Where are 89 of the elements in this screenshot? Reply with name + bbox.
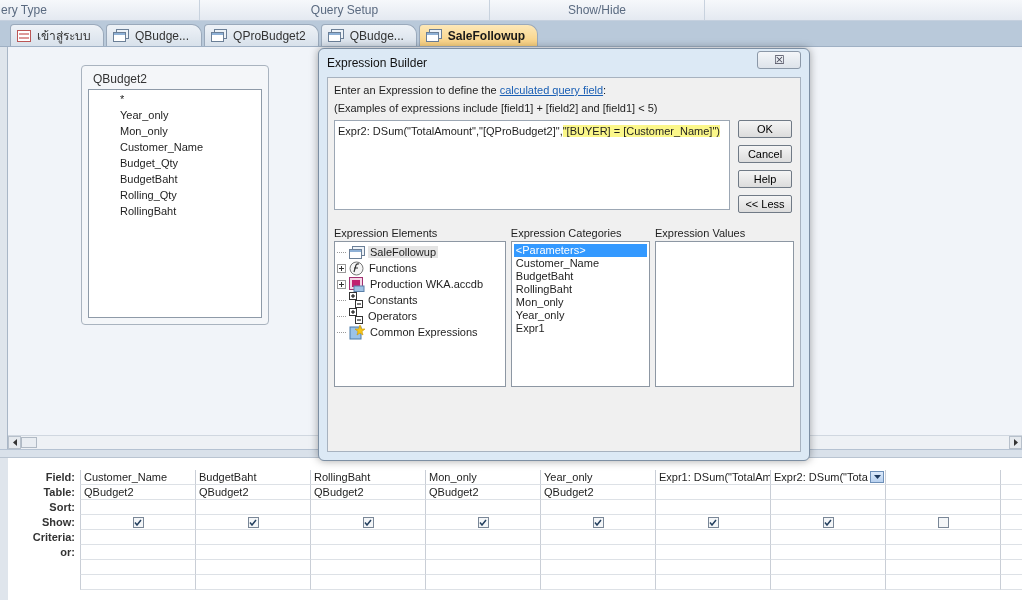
close-button[interactable]: ☒: [757, 51, 801, 69]
query-icon: [425, 29, 442, 42]
document-tab[interactable]: QProBudget2: [204, 24, 319, 46]
dialog-title: Expression Builder: [327, 56, 428, 70]
tree-item[interactable]: Production WKA.accdb: [368, 278, 486, 290]
field-cell[interactable]: Customer_Name: [80, 470, 195, 485]
field-cell[interactable]: RollingBaht: [310, 470, 425, 485]
category-item[interactable]: Expr1: [513, 322, 647, 335]
instruction-text: Enter an Expression to define the calculated query field:: [334, 83, 608, 98]
field-cell[interactable]: Expr1: DSum("TotalAm: [655, 470, 770, 485]
tree-item[interactable]: Functions: [367, 262, 419, 274]
checkmark-icon: [824, 518, 832, 526]
pane-label: Expression Elements: [334, 227, 439, 239]
right-arrow-icon: [1013, 439, 1018, 446]
table-cell[interactable]: QBudget2: [80, 485, 195, 500]
field-cell[interactable]: Expr2: DSum("Tota: [770, 470, 885, 485]
scroll-left-button[interactable]: [8, 436, 21, 449]
form-icon: [17, 29, 31, 42]
expand-icon[interactable]: [337, 279, 346, 289]
caret-icon: [873, 475, 881, 479]
show-checkbox[interactable]: [477, 516, 489, 528]
examples-text: (Examples of expressions include [field1] + [field2] and [field1] < 5): [334, 101, 659, 116]
tree-item[interactable]: SaleFollowup: [368, 246, 439, 258]
field-item[interactable]: Year_only: [120, 108, 261, 122]
table-field-list[interactable]: QBudget2 * Year_only Mon_only Customer_Name Budget_Qty BudgetBaht Rolling_Qty RollingBaht: [81, 65, 269, 325]
show-checkbox[interactable]: [132, 516, 144, 528]
category-item[interactable]: Mon_only: [513, 296, 647, 309]
show-checkbox[interactable]: [937, 516, 949, 528]
table-cell[interactable]: QBudget2: [540, 485, 655, 500]
dropdown-button[interactable]: [870, 471, 884, 483]
dialog-button[interactable]: Cancel: [738, 145, 792, 163]
field-item[interactable]: Customer_Name: [120, 140, 261, 154]
checkmark-icon: [249, 518, 257, 526]
category-item[interactable]: Year_only: [513, 309, 647, 322]
checkmark-icon: [594, 518, 602, 526]
query-icon: [349, 245, 365, 259]
field-item[interactable]: BudgetBaht: [120, 172, 261, 186]
tree-item[interactable]: Operators: [366, 310, 419, 322]
show-checkbox[interactable]: [592, 516, 604, 528]
query-icon: [211, 29, 228, 42]
left-arrow-icon: [12, 439, 17, 446]
query-icon: [113, 29, 129, 42]
pane-label: Expression Categories: [510, 227, 623, 239]
category-item[interactable]: Customer_Name: [513, 257, 647, 270]
document-tab[interactable]: QBudge...: [106, 24, 203, 46]
database-icon: [349, 276, 365, 292]
scroll-right-button[interactable]: [1009, 436, 1022, 449]
table-cell[interactable]: QBudget2: [195, 485, 310, 500]
field-item[interactable]: Rolling_Qty: [120, 188, 261, 202]
ribbon-group-label: Show/Hide: [568, 3, 626, 17]
ribbon-group-label: Query Setup: [310, 3, 379, 17]
constants-icon: [349, 292, 363, 308]
field-item[interactable]: Budget_Qty: [120, 156, 261, 170]
table-cell[interactable]: QBudget2: [310, 485, 425, 500]
document-tab[interactable]: QBudge...: [320, 24, 417, 46]
checkmark-icon: [709, 518, 717, 526]
field-item[interactable]: *: [120, 92, 261, 106]
checkmark-icon: [364, 518, 372, 526]
ribbon-group-label: ery Type: [1, 3, 47, 17]
expression-icon: [349, 324, 365, 340]
dialog-button[interactable]: OK: [738, 120, 792, 138]
document-tab[interactable]: เข้าสู่ระบบ: [10, 24, 104, 46]
table-cell[interactable]: QBudget2: [425, 485, 540, 500]
show-checkbox[interactable]: [247, 516, 259, 528]
expand-icon[interactable]: [337, 263, 346, 273]
dialog-button[interactable]: << Less: [738, 195, 792, 213]
field-item[interactable]: Mon_only: [120, 124, 261, 138]
tree-item[interactable]: Common Expressions: [368, 326, 480, 338]
query-icon: [327, 29, 344, 42]
constants-icon: [349, 308, 363, 324]
show-checkbox[interactable]: [822, 516, 834, 528]
show-checkbox[interactable]: [362, 516, 374, 528]
field-cell[interactable]: Mon_only: [425, 470, 540, 485]
table-title: QBudget2: [93, 72, 149, 86]
checkmark-icon: [134, 518, 142, 526]
field-cell[interactable]: BudgetBaht: [195, 470, 310, 485]
field-item[interactable]: RollingBaht: [120, 204, 261, 218]
tree-item[interactable]: Constants: [366, 294, 420, 306]
show-checkbox[interactable]: [707, 516, 719, 528]
category-item[interactable]: BudgetBaht: [513, 270, 647, 283]
category-item[interactable]: RollingBaht: [513, 283, 647, 296]
dialog-button[interactable]: Help: [738, 170, 792, 188]
function-icon: [349, 260, 364, 276]
expression-field[interactable]: Expr2: DSum("TotalAmount","[QProBudget2]","[BUYER] = [Customer_Name]"): [334, 120, 730, 210]
document-tab[interactable]: SaleFollowup: [418, 24, 539, 46]
scroll-thumb[interactable]: [21, 437, 37, 448]
checkmark-icon: [479, 518, 487, 526]
pane-label: Expression Values: [654, 227, 747, 239]
field-cell[interactable]: Year_only: [540, 470, 655, 485]
